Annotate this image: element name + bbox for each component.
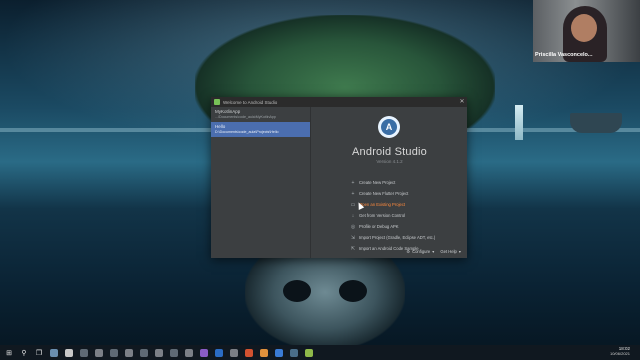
webcam-name: Priscilla Vasconcelo... — [535, 52, 593, 58]
chevron-down-icon: ▾ — [432, 249, 435, 254]
start-icon[interactable]: ⊞ — [3, 347, 15, 359]
recent-project-path: D:\Documents\code_aula\Projects\Hello — [215, 130, 279, 134]
window-titlebar[interactable]: Welcome to Android Studio ✕ — [211, 97, 467, 107]
clock-date: 10/06/2021 — [609, 351, 630, 356]
action-profile-debug-apk[interactable]: ◎ Profile or Debug APK — [350, 221, 465, 232]
taskbar-app-icon[interactable] — [288, 347, 300, 359]
recent-project-item[interactable]: MyKotlinApp ...\Documents\code_aula\MyKo… — [211, 107, 310, 122]
android-studio-taskbar-icon[interactable] — [303, 347, 315, 359]
wallpaper-waterfall — [515, 105, 523, 140]
download-icon: ↓ — [351, 212, 355, 219]
welcome-actions: + Create New Project + Create New Flutte… — [350, 177, 465, 254]
profile-icon: ◎ — [350, 223, 356, 230]
chevron-down-icon: ▾ — [458, 249, 461, 254]
task-view-icon[interactable]: ❐ — [33, 347, 45, 359]
taskbar-app-icon[interactable] — [273, 347, 285, 359]
app-version: Version 4.1.2 — [376, 159, 403, 164]
taskbar-app-icon[interactable] — [258, 347, 270, 359]
action-label: Create New Flutter Project — [359, 191, 409, 196]
wallpaper-skull — [245, 245, 405, 350]
configure-menu[interactable]: ⚙ Configure ▾ — [406, 249, 434, 254]
action-label: Create New Project — [359, 180, 396, 185]
action-label: Profile or Debug APK — [359, 224, 399, 229]
action-label: Open an Existing Project — [359, 202, 406, 207]
taskbar-app-icon[interactable] — [138, 347, 150, 359]
skull-eye-right — [339, 280, 367, 302]
skull-eye-left — [283, 280, 311, 302]
recent-project-name: Hello — [215, 124, 226, 129]
taskbar-app-icon[interactable] — [183, 347, 195, 359]
configure-label: Configure — [412, 249, 431, 254]
webcam-face — [571, 14, 597, 42]
visual-studio-icon[interactable] — [198, 347, 210, 359]
action-import-project[interactable]: ⇲ Import Project (Gradle, Eclipse ADT, e… — [350, 232, 465, 243]
import-sample-icon: ⇱ — [350, 245, 356, 252]
import-icon: ⇲ — [350, 234, 356, 241]
wallpaper-boat — [570, 113, 622, 133]
search-icon[interactable]: ⚲ — [18, 347, 30, 359]
welcome-main-panel: A Android Studio Version 4.1.2 + Create … — [312, 107, 467, 258]
taskbar-app-icon[interactable] — [153, 347, 165, 359]
action-label: Import Project (Gradle, Eclipse ADT, etc… — [359, 235, 436, 240]
action-create-new-project[interactable]: + Create New Project — [350, 177, 465, 188]
webcam-overlay: Priscilla Vasconcelo... — [533, 0, 640, 62]
window-title: Welcome to Android Studio — [223, 99, 278, 105]
action-label: Get from Version Control — [359, 213, 406, 218]
android-studio-welcome-window: Welcome to Android Studio ✕ MyKotlinApp … — [211, 97, 467, 258]
action-create-new-flutter-project[interactable]: + Create New Flutter Project — [350, 188, 465, 199]
taskbar-app-icon[interactable] — [108, 347, 120, 359]
plus-icon: + — [351, 190, 355, 197]
recent-projects-list: MyKotlinApp ...\Documents\code_aula\MyKo… — [211, 107, 311, 258]
taskbar-app-icon[interactable] — [48, 347, 60, 359]
get-help-label: Get Help — [440, 249, 457, 254]
bottom-links: ⚙ Configure ▾ Get Help ▾ — [406, 249, 461, 254]
gear-icon: ⚙ — [406, 249, 411, 254]
android-studio-icon — [214, 99, 220, 105]
taskbar-app-icon[interactable] — [63, 347, 75, 359]
taskbar-clock[interactable]: 18:02 10/06/2021 — [610, 346, 630, 356]
recent-project-path: ...\Documents\code_aula\MyKotlinApp — [215, 115, 276, 119]
powerpoint-icon[interactable] — [243, 347, 255, 359]
app-title: Android Studio — [352, 146, 427, 158]
get-help-menu[interactable]: Get Help ▾ — [440, 249, 461, 254]
taskbar-app-icon[interactable] — [78, 347, 90, 359]
word-icon[interactable] — [213, 347, 225, 359]
close-icon[interactable]: ✕ — [457, 97, 467, 107]
recent-project-item[interactable]: Hello D:\Documents\code_aula\Projects\He… — [211, 122, 310, 137]
recent-project-name: MyKotlinApp — [215, 109, 241, 114]
action-get-from-version-control[interactable]: ↓ Get from Version Control — [350, 210, 465, 221]
taskbar-app-icon[interactable] — [168, 347, 180, 359]
taskbar: ⊞ ⚲ ❐ — [0, 345, 640, 360]
plus-icon: + — [351, 179, 355, 186]
folder-icon: ▭ — [350, 201, 356, 208]
taskbar-app-icon[interactable] — [228, 347, 240, 359]
android-studio-logo: A — [378, 116, 400, 138]
logo-glyph: A — [381, 119, 397, 135]
taskbar-app-icon[interactable] — [93, 347, 105, 359]
taskbar-app-icon[interactable] — [123, 347, 135, 359]
action-open-existing-project[interactable]: ▭ Open an Existing Project — [350, 199, 465, 210]
